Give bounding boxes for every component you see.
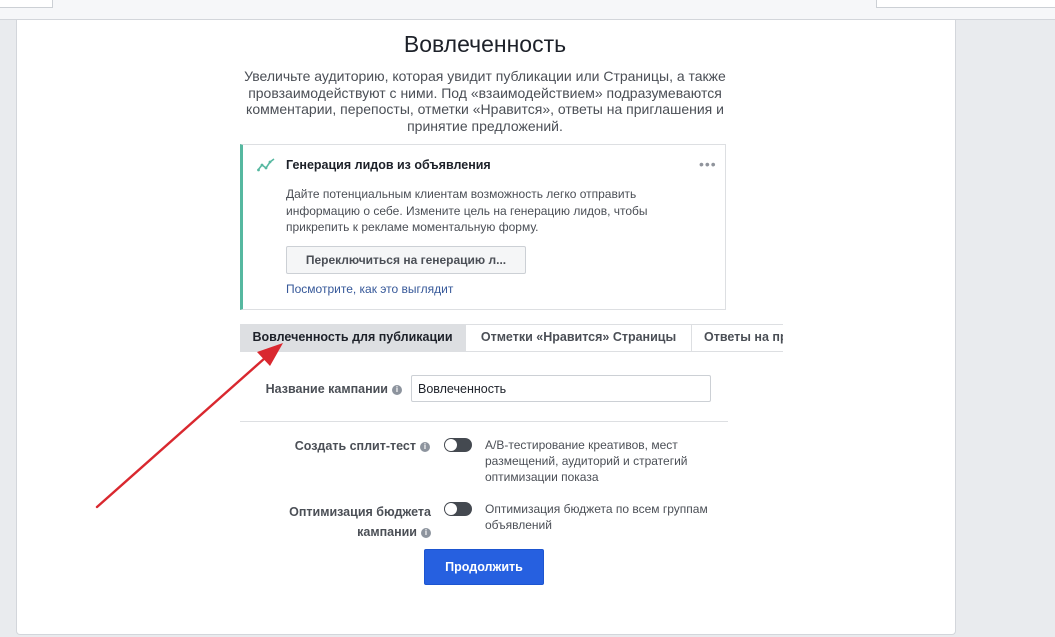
- topbar-right-field: [876, 0, 1055, 8]
- split-test-toggle[interactable]: [444, 438, 472, 452]
- split-test-description: A/B-тестирование креативов, мест размеще…: [485, 438, 688, 484]
- lead-generation-card: Генерация лидов из объявления ••• Дайте …: [240, 144, 726, 310]
- engagement-type-tabs: Вовлеченность для публикации Отметки «Нр…: [240, 324, 783, 352]
- campaign-name-label: Название кампании i: [240, 382, 402, 396]
- toggle-knob: [445, 439, 457, 451]
- topbar-left-field: [0, 0, 53, 8]
- objective-description: Увеличьте аудиторию, которая увидит публ…: [244, 68, 726, 134]
- continue-button[interactable]: Продолжить: [424, 549, 544, 585]
- info-icon[interactable]: i: [392, 384, 402, 395]
- split-test-label-text: Создать сплит-тест: [294, 439, 416, 453]
- budget-optimization-label: Оптимизация бюджета кампании i: [240, 502, 431, 542]
- lead-card-text: Дайте потенциальным клиентам возможность…: [286, 187, 648, 234]
- budget-label-line1: Оптимизация бюджета: [289, 505, 431, 519]
- tab-post-engagement[interactable]: Вовлеченность для публикации: [240, 325, 466, 351]
- tab-event-responses[interactable]: Ответы на пр: [692, 325, 783, 351]
- toggle-knob: [445, 503, 457, 515]
- lead-card-title: Генерация лидов из объявления: [286, 158, 491, 172]
- info-icon[interactable]: i: [420, 441, 430, 452]
- switch-to-lead-gen-button[interactable]: Переключиться на генерацию л...: [286, 246, 526, 274]
- see-how-it-looks-link[interactable]: Посмотрите, как это выглядит: [286, 282, 453, 296]
- budget-optimization-description: Оптимизация бюджета по всем группам объя…: [485, 502, 708, 532]
- browser-topbar: [0, 0, 1055, 20]
- budget-label-line2: кампании: [357, 525, 417, 539]
- form-divider: [240, 421, 728, 422]
- budget-optimization-toggle[interactable]: [444, 502, 472, 516]
- info-icon[interactable]: i: [421, 527, 431, 538]
- page-title: Вовлеченность: [403, 31, 567, 57]
- split-test-label: Создать сплит-тест i: [240, 439, 430, 453]
- tab-page-likes[interactable]: Отметки «Нравится» Страницы: [466, 325, 692, 351]
- campaign-name-label-text: Название кампании: [265, 382, 388, 396]
- more-dots-icon[interactable]: •••: [699, 156, 717, 172]
- campaign-name-input[interactable]: [411, 375, 711, 402]
- trend-line-icon: [257, 158, 275, 172]
